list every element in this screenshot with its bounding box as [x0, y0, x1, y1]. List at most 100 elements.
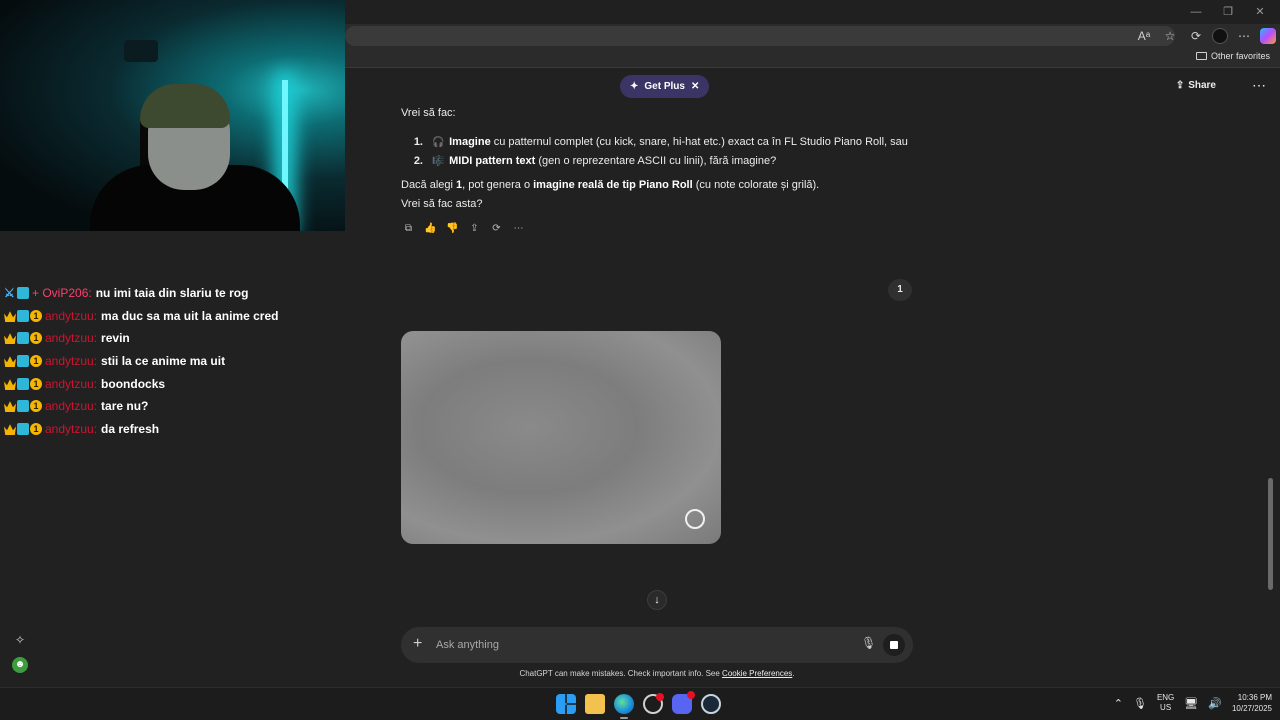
- badge-one-icon: 1: [30, 332, 42, 344]
- close-icon[interactable]: ✕: [1244, 2, 1276, 22]
- input-language[interactable]: ENG US: [1157, 693, 1174, 713]
- crown-icon: [4, 311, 16, 322]
- item-rest: (gen o reprezentare ASCII cu linii), făr…: [535, 155, 777, 167]
- clock-time: 10:36 PM: [1237, 693, 1272, 702]
- more-icon[interactable]: ⋯: [511, 221, 526, 236]
- copilot-icon[interactable]: [1260, 28, 1276, 44]
- favorite-star-icon[interactable]: ☆: [1160, 26, 1180, 46]
- scroll-down-button[interactable]: ↓: [647, 590, 667, 610]
- thumbs-down-icon[interactable]: 👎: [445, 221, 460, 236]
- copy-icon[interactable]: ⧉: [401, 221, 416, 236]
- close-icon[interactable]: ✕: [691, 81, 699, 92]
- thumbs-up-icon[interactable]: 👍: [423, 221, 438, 236]
- chat-username: andytzuu:: [45, 399, 98, 413]
- regenerate-icon[interactable]: ⟳: [489, 221, 504, 236]
- notification-badge: [687, 691, 695, 699]
- message-page-indicator[interactable]: 1: [888, 279, 912, 301]
- chat-text: ma duc sa ma uit la anime cred: [101, 309, 279, 323]
- clock[interactable]: 10:36 PM 10/27/2025: [1232, 692, 1272, 714]
- plus-icon[interactable]: +: [413, 635, 422, 653]
- volume-icon[interactable]: 🔊: [1208, 697, 1222, 710]
- windows-start-icon[interactable]: [556, 694, 576, 714]
- badge-one-icon: 1: [30, 423, 42, 435]
- clock-date: 10/27/2025: [1231, 704, 1272, 713]
- discord-icon[interactable]: [672, 691, 695, 714]
- chat-text: boondocks: [101, 377, 166, 391]
- edge-browser-icon[interactable]: [614, 694, 634, 719]
- get-plus-button[interactable]: ✦ Get Plus ✕: [620, 75, 710, 98]
- windows-taskbar: ⌃ 🎙 ENG US 🖥 🔊 10:36 PM 10/27/2025: [0, 687, 1280, 720]
- page-scrollbar[interactable]: [1268, 478, 1273, 590]
- composer: + 🎙: [401, 627, 913, 663]
- stop-button[interactable]: [883, 634, 905, 656]
- badge-box-icon: [17, 400, 29, 412]
- item-bold: MIDI pattern text: [449, 155, 536, 167]
- other-favorites[interactable]: Other favorites: [1195, 51, 1270, 61]
- minimize-icon[interactable]: —: [1180, 2, 1212, 22]
- streamer-hat: [140, 84, 230, 128]
- chevron-up-icon[interactable]: ⌃: [1114, 697, 1123, 710]
- more-options-icon[interactable]: ⋯: [1252, 77, 1266, 94]
- chat-text: stii la ce anime ma uit: [101, 354, 226, 368]
- chat-message: 1 andytzuu: ma duc sa ma uit la anime cr…: [4, 307, 278, 325]
- restore-icon[interactable]: ❐: [1212, 2, 1244, 22]
- badge-box-icon: [17, 355, 29, 367]
- window-controls: — ❐ ✕: [1180, 2, 1276, 22]
- crown-icon: [4, 356, 16, 367]
- badge-box-icon: [17, 423, 29, 435]
- chat-text: da refresh: [101, 422, 160, 436]
- chatgpt-app-icon[interactable]: [643, 693, 664, 714]
- get-plus-label: Get Plus: [644, 81, 685, 92]
- reply-question: Vrei să fac asta?: [401, 198, 483, 210]
- cookie-preferences-link[interactable]: Cookie Preferences: [722, 669, 792, 678]
- chat-username: andytzuu:: [45, 422, 98, 436]
- prompt-input[interactable]: [436, 636, 836, 654]
- message-actions: ⧉ 👍 👎 ⇪ ⟳ ⋯: [401, 221, 526, 236]
- reply-followup: Dacă alegi 1, pot genera o imagine reală…: [401, 176, 819, 194]
- browser-menu-icon[interactable]: ⋯: [1234, 26, 1254, 46]
- crown-icon: [4, 424, 16, 435]
- disclaimer-text: ChatGPT can make mistakes. Check importa…: [519, 669, 723, 678]
- music-score-icon: 🎼: [432, 156, 445, 167]
- followup-text: Dacă alegi: [401, 179, 457, 191]
- reply-list-item: 2. 🎼 MIDI pattern text (gen o reprezenta…: [401, 152, 776, 171]
- chat-message: 1 andytzuu: boondocks: [4, 375, 165, 393]
- microphone-icon[interactable]: 🎙: [861, 636, 876, 650]
- share-icon[interactable]: ⇪: [467, 221, 482, 236]
- other-favorites-label: Other favorites: [1210, 51, 1270, 61]
- microphone-tray-icon[interactable]: 🎙: [1133, 697, 1147, 710]
- bot-logo-icon: ☻: [12, 657, 28, 673]
- wall-shelf: [124, 40, 158, 62]
- sword-icon: ⚔: [4, 286, 15, 300]
- extensions-icon[interactable]: ⟳: [1186, 26, 1206, 46]
- reply-intro: Vrei să fac:: [401, 107, 456, 119]
- active-indicator: [620, 717, 628, 719]
- crown-icon: [4, 379, 16, 390]
- item-rest: cu patternul complet (cu kick, snare, hi…: [490, 136, 908, 148]
- chat-username: andytzuu:: [45, 377, 98, 391]
- badge-box-icon: [17, 378, 29, 390]
- file-explorer-icon[interactable]: [585, 694, 605, 714]
- share-button[interactable]: ⇪ Share: [1176, 80, 1216, 91]
- folder-icon: [1195, 52, 1207, 60]
- sparkle-icon: ✦: [630, 81, 639, 92]
- webcam-overlay: [0, 0, 345, 231]
- badge-box-icon: [17, 310, 29, 322]
- network-icon[interactable]: 🖥: [1184, 697, 1198, 710]
- system-tray: ⌃ 🎙 ENG US 🖥 🔊 10:36 PM 10/27/2025: [1114, 692, 1272, 714]
- followup-text: (cu note colorate și grilă).: [692, 179, 820, 191]
- chat-message: 1 andytzuu: da refresh: [4, 420, 159, 438]
- url-input[interactable]: [345, 26, 1175, 46]
- chat-username: andytzuu:: [45, 354, 98, 368]
- profile-avatar[interactable]: [1212, 28, 1228, 44]
- steam-icon[interactable]: [701, 694, 721, 714]
- followup-text: , pot genera o: [462, 179, 534, 191]
- notification-dot: [656, 693, 664, 701]
- sparkle-icon[interactable]: ✧: [12, 632, 28, 648]
- badge-box-icon: [17, 287, 29, 299]
- address-bar-icons: Aᵃ ☆ ⟳ ⋯: [1134, 26, 1276, 46]
- disclaimer: ChatGPT can make mistakes. Check importa…: [401, 669, 913, 678]
- badge-one-icon: 1: [30, 400, 42, 412]
- read-aloud-icon[interactable]: Aᵃ: [1134, 26, 1154, 46]
- item-bold: Imagine: [449, 136, 491, 148]
